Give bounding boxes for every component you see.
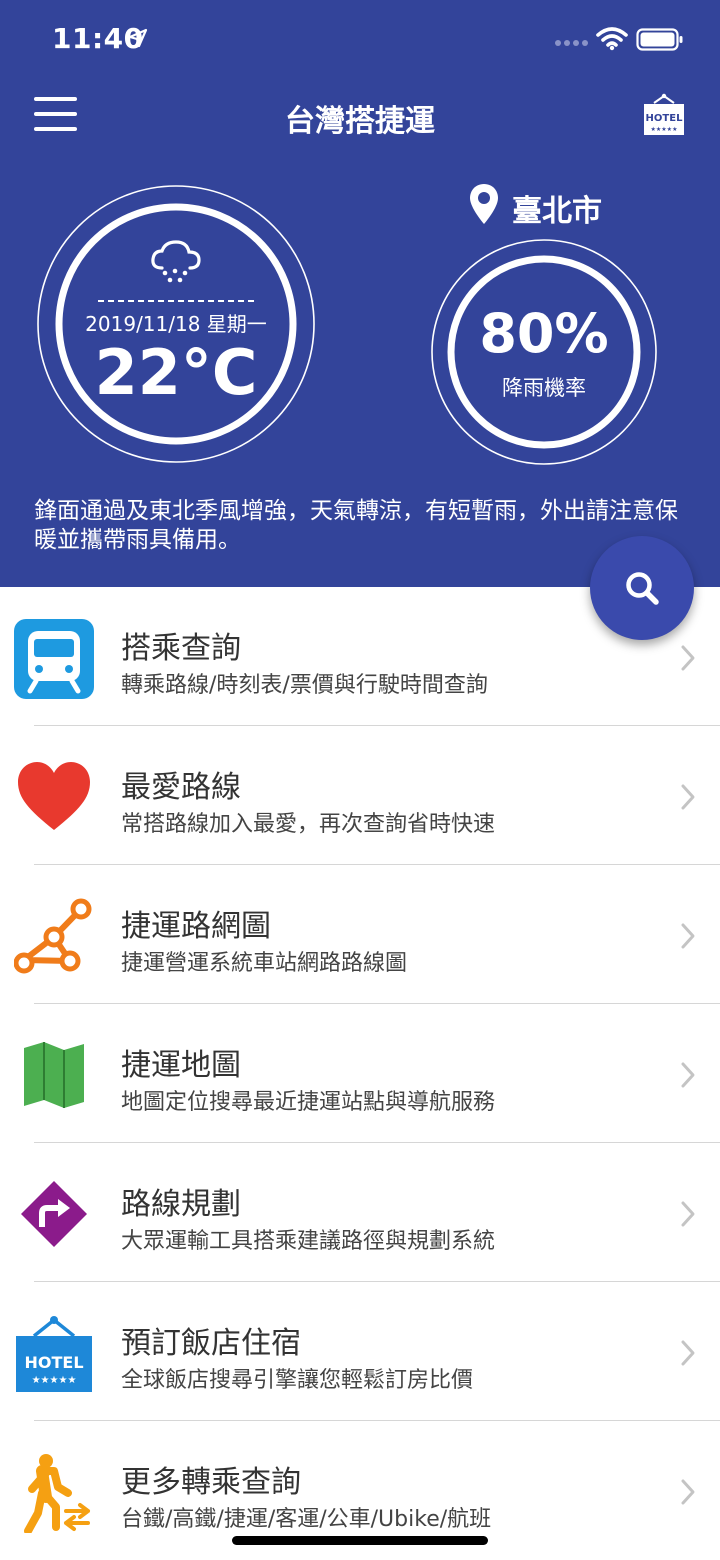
list-item-favorite-routes[interactable]: 最愛路線 常搭路線加入最愛，再次查詢省時快速 [0,726,720,865]
chevron-right-icon [681,645,695,671]
weather-temperature: 22°C [94,336,258,409]
weather-divider [98,300,254,302]
list-item-title: 捷運路網圖 [121,909,271,944]
heart-icon [18,762,90,830]
hotel-icon-label: HOTEL [24,1353,83,1372]
list-item-mrt-network-map[interactable]: 捷運路網圖 捷運營運系統車站網路路線圖 [0,865,720,1004]
list-item-title: 預訂飯店住宿 [121,1326,301,1361]
chevron-right-icon [681,1062,695,1088]
list-item-subtitle: 轉乘路線/時刻表/票價與行駛時間查詢 [121,673,488,698]
rain-probability-value: 80% [479,302,609,365]
list-item-subtitle: 捷運營運系統車站網路路線圖 [121,951,408,976]
list-item-route-planning[interactable]: 路線規劃 大眾運輸工具搭乘建議路徑與規劃系統 [0,1143,720,1282]
signal-icon [555,40,588,46]
list-item-title: 路線規劃 [121,1187,241,1222]
route-network-icon [14,898,92,974]
hotel-icon-stars: ★★★★★ [32,1375,77,1386]
location-arrow-icon [128,28,148,48]
chevron-right-icon [681,1201,695,1227]
search-icon [626,572,659,605]
list-item-subtitle: 全球飯店搜尋引擎讓您輕鬆訂房比價 [121,1368,474,1393]
train-icon [14,619,94,699]
location-pin-icon [470,184,498,224]
hotel-sign-stars: ★★★★★ [651,126,678,133]
chevron-right-icon [681,923,695,949]
rain-probability-label: 降雨機率 [502,376,586,400]
weather-forecast-text: 鋒面通過及東北季風增強，天氣轉涼，有短暫雨，外出請注意保暖並攜帶雨具備用。 [34,498,678,553]
chevron-right-icon [681,1479,695,1505]
app-title: 台灣搭捷運 [285,104,435,139]
search-fab-button[interactable] [590,536,694,640]
home-indicator[interactable] [232,1536,488,1545]
list-item-title: 更多轉乘查詢 [121,1465,301,1500]
chevron-right-icon [681,784,695,810]
wifi-icon [596,27,628,51]
list-item-title: 最愛路線 [121,770,241,805]
transfer-walk-icon [24,1454,90,1533]
header: 11:40 台灣搭捷運 HOTEL ★★★★★ 2019/11/18 星期一 2… [0,0,720,587]
city-name: 臺北市 [512,194,602,229]
rain-cloud-icon [151,240,201,283]
list-item-mrt-map[interactable]: 捷運地圖 地圖定位搜尋最近捷運站點與導航服務 [0,1004,720,1143]
hotel-icon: HOTEL ★★★★★ [16,1316,92,1392]
list-item-title: 搭乘查詢 [121,631,241,666]
list-item-hotel-booking[interactable]: HOTEL ★★★★★ 預訂飯店住宿 全球飯店搜尋引擎讓您輕鬆訂房比價 [0,1282,720,1421]
list-item-title: 捷運地圖 [121,1048,241,1083]
weather-date: 2019/11/18 星期一 [85,312,267,336]
directions-icon [21,1181,87,1247]
list-item-subtitle: 常搭路線加入最愛，再次查詢省時快速 [121,812,496,837]
map-icon [24,1042,84,1108]
hotel-sign-icon[interactable]: HOTEL ★★★★★ [642,93,686,137]
battery-icon [636,28,683,51]
hotel-sign-label: HOTEL [646,113,684,124]
list-item-subtitle: 台鐵/高鐵/捷運/客運/公車/Ubike/航班 [121,1507,492,1532]
list-item-subtitle: 地圖定位搜尋最近捷運站點與導航服務 [121,1090,496,1115]
chevron-right-icon [681,1340,695,1366]
list-item-subtitle: 大眾運輸工具搭乘建議路徑與規劃系統 [121,1229,496,1254]
